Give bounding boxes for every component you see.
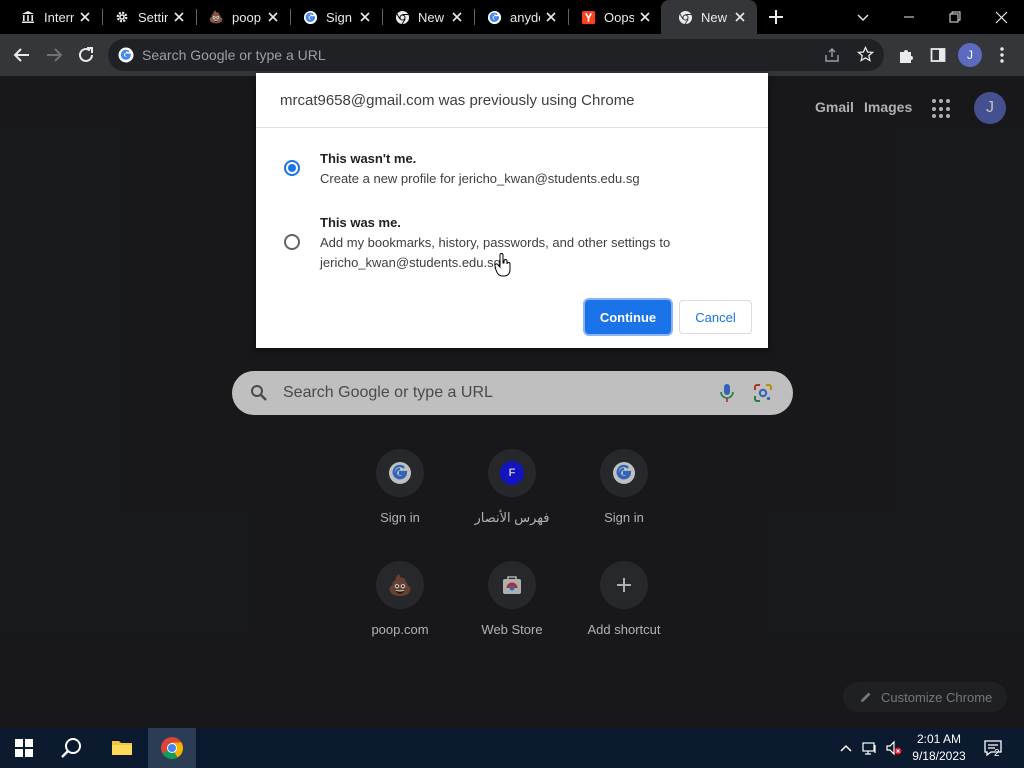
chrome-taskbar-icon[interactable]	[148, 728, 196, 768]
close-icon[interactable]	[544, 10, 558, 24]
window-close-icon[interactable]	[978, 0, 1024, 34]
tab-poop[interactable]: 💩 poop	[192, 0, 290, 34]
option-description: Create a new profile for jericho_kwan@st…	[320, 171, 640, 186]
menu-kebab-icon[interactable]	[990, 43, 1014, 67]
tab-search-chevron-icon[interactable]	[840, 0, 886, 34]
side-panel-icon[interactable]	[926, 43, 950, 67]
hand-cursor-icon	[494, 253, 511, 277]
new-tab-plus-icon[interactable]	[766, 7, 786, 27]
institution-icon	[20, 9, 36, 25]
search-icon[interactable]	[48, 728, 96, 768]
dialog-divider	[256, 127, 768, 128]
chevron-up-icon[interactable]	[838, 740, 854, 756]
tab-title: New t	[701, 9, 731, 25]
tab-title: poop	[232, 9, 261, 25]
speaker-muted-icon[interactable]	[886, 740, 902, 756]
tab-new-tab-active[interactable]: New t	[661, 0, 757, 34]
minimize-icon[interactable]	[886, 0, 932, 34]
tab-title: Settin	[138, 9, 168, 25]
gear-icon	[114, 9, 130, 25]
notification-count: 2	[994, 748, 1000, 759]
file-explorer-folder-icon[interactable]	[98, 728, 146, 768]
close-icon[interactable]	[733, 10, 747, 24]
google-g-icon	[486, 9, 502, 25]
close-icon[interactable]	[266, 10, 280, 24]
windows-taskbar: 2:01 AM 9/18/2023 2	[0, 728, 1024, 768]
address-bar-placeholder: Search Google or type a URL	[142, 47, 326, 63]
forward-arrow-icon[interactable]	[42, 43, 66, 67]
close-icon[interactable]	[358, 10, 372, 24]
tab-intern[interactable]: Intern	[4, 0, 102, 34]
profile-switch-dialog: mrcat9658@gmail.com was previously using…	[256, 73, 768, 348]
chrome-icon	[677, 9, 693, 25]
tab-anydesk[interactable]: anyde	[470, 0, 568, 34]
windows-start-icon[interactable]	[0, 728, 48, 768]
tab-strip: Intern Settin 💩 poop Sign i New t anyd O…	[0, 0, 1024, 34]
tab-title: Intern	[44, 9, 74, 25]
option-heading: This wasn't me.	[320, 151, 417, 166]
cancel-button[interactable]: Cancel	[679, 300, 752, 334]
close-icon[interactable]	[172, 10, 186, 24]
dialog-title: mrcat9658@gmail.com was previously using…	[280, 92, 635, 109]
tab-sign-in[interactable]: Sign i	[286, 0, 382, 34]
clock-time: 2:01 AM	[916, 732, 962, 746]
browser-toolbar: Search Google or type a URL J	[0, 34, 1024, 76]
address-bar[interactable]: Search Google or type a URL	[108, 39, 884, 71]
continue-button[interactable]: Continue	[585, 300, 671, 334]
extensions-puzzle-icon[interactable]	[894, 43, 918, 67]
tab-new-tab-1[interactable]: New t	[378, 0, 474, 34]
close-icon[interactable]	[450, 10, 464, 24]
tab-title: anyde	[510, 9, 540, 25]
clock-date: 9/18/2023	[912, 749, 966, 763]
clock[interactable]: 2:01 AM 9/18/2023	[904, 731, 974, 765]
radio-this-was-me[interactable]	[284, 234, 300, 250]
tab-title: New t	[418, 9, 448, 25]
yandex-y-icon	[580, 9, 596, 25]
tab-title: Oops	[604, 9, 634, 25]
tab-oops[interactable]: Oops	[564, 0, 662, 34]
option-this-was-me[interactable]: This was me. Add my bookmarks, history, …	[256, 213, 768, 273]
tab-title: Sign i	[326, 9, 356, 25]
tab-settings[interactable]: Settin	[98, 0, 196, 34]
network-icon[interactable]	[862, 740, 878, 756]
option-heading: This was me.	[320, 215, 401, 230]
close-icon[interactable]	[78, 10, 92, 24]
profile-avatar[interactable]: J	[958, 43, 982, 67]
poop-emoji-icon: 💩	[208, 10, 224, 24]
close-icon[interactable]	[638, 10, 652, 24]
chrome-icon	[394, 9, 410, 25]
reload-icon[interactable]	[74, 43, 98, 67]
option-this-wasnt-me[interactable]: This wasn't me. Create a new profile for…	[256, 149, 768, 189]
google-g-icon	[118, 47, 134, 63]
restore-icon[interactable]	[932, 0, 978, 34]
google-g-icon	[302, 9, 318, 25]
bookmark-star-icon[interactable]	[857, 46, 874, 63]
share-icon[interactable]	[824, 47, 840, 63]
back-arrow-icon[interactable]	[10, 43, 34, 67]
radio-this-wasnt-me[interactable]	[284, 160, 300, 176]
